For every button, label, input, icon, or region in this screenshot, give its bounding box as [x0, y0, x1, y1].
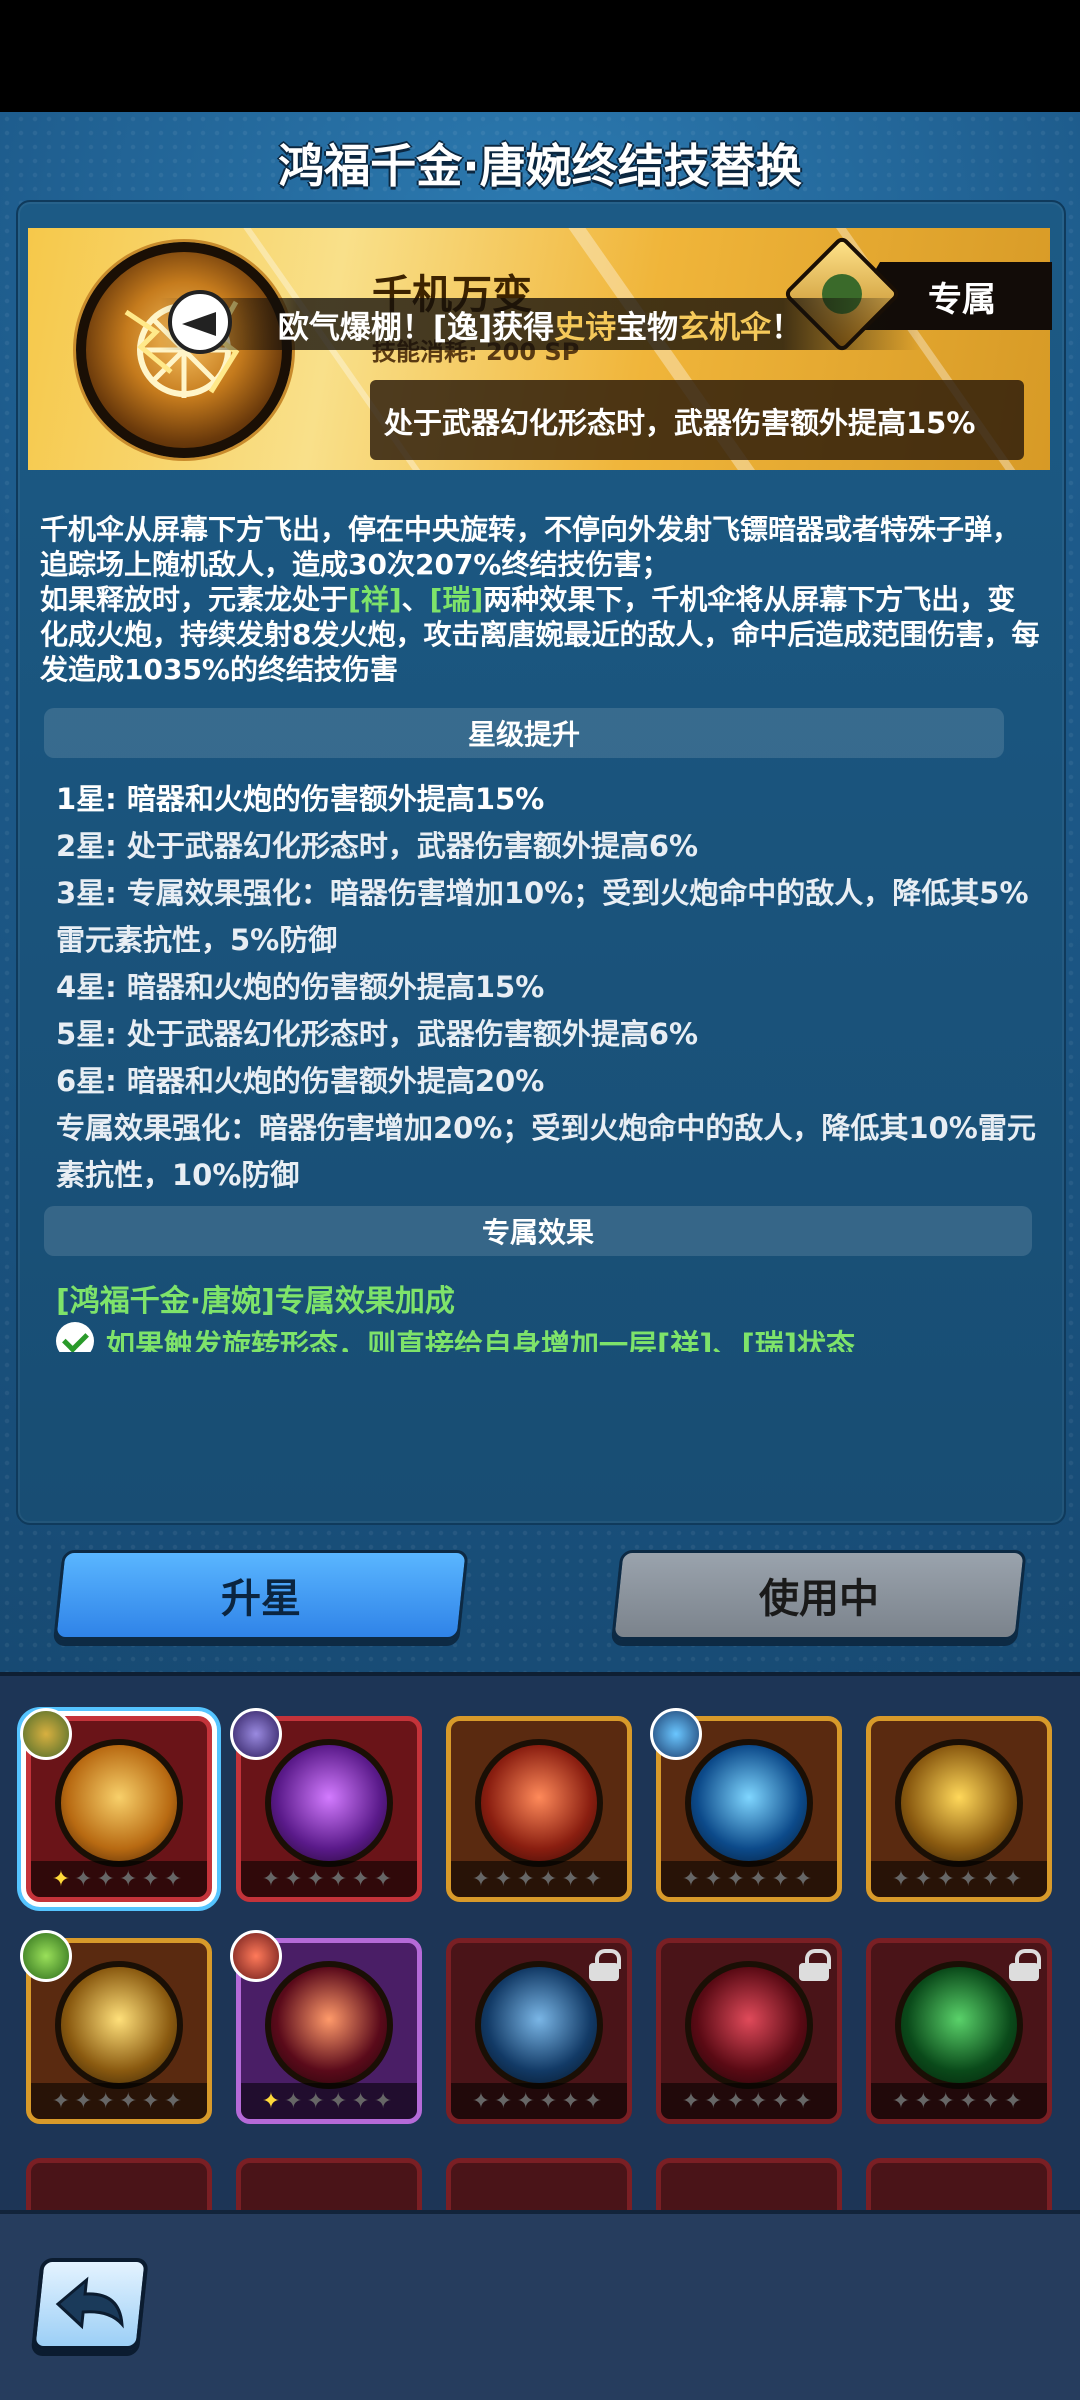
hero-avatar-icon	[650, 1708, 702, 1760]
skill-card-green-dragon[interactable]: ✦✦✦✦✦✦	[866, 1938, 1052, 2124]
star-upgrade-header: 星级提升	[44, 708, 1004, 758]
toast-middle: 宝物	[616, 309, 679, 346]
skill-description: 千机伞从屏幕下方飞出，停在中央旋转，不停向外发射飞镖暗器或者特殊子弹，追踪场上随…	[40, 512, 1040, 687]
lock-icon	[1009, 1949, 1041, 1981]
green-dragon-icon	[895, 1961, 1023, 2089]
hero-avatar-icon	[230, 1708, 282, 1760]
ice-crystal-icon	[685, 1739, 813, 1867]
star-rating: ✦✦✦✦✦✦	[661, 2083, 837, 2119]
toast-prefix: 欧气爆棚！[逸]获得	[277, 309, 555, 346]
skill-card-partial[interactable]	[866, 2158, 1052, 2210]
star-line: 专属效果强化：暗器伤害增加20%；受到火炮命中的敌人，降低其10%雷元素抗性，1…	[56, 1111, 1036, 1192]
back-arrow-icon	[55, 2276, 124, 2330]
tag-xiang: [祥]	[348, 583, 402, 616]
bottom-bar	[0, 2210, 1080, 2400]
water-slash-icon	[475, 1961, 603, 2089]
lightning-bolts-icon	[55, 1961, 183, 2089]
skill-card-water-slash[interactable]: ✦✦✦✦✦✦	[446, 1938, 632, 2124]
hero-avatar-icon	[20, 1708, 72, 1760]
star-rating: ✦✦✦✦✦✦	[661, 1861, 837, 1897]
star-line: 5星: 处于武器幻化形态时，武器伤害额外提高6%	[56, 1017, 699, 1051]
star-line: 6星: 暗器和火炮的伤害额外提高20%	[56, 1064, 545, 1098]
drop-announcement: 欧气爆棚！[逸]获得 史诗 宝物 玄机伞 ！	[160, 298, 920, 350]
star-rating: ✦✦✦✦✦✦	[31, 1861, 207, 1897]
upgrade-star-button[interactable]: 升星	[53, 1550, 469, 1640]
lock-icon	[589, 1949, 621, 1981]
skill-card-partial[interactable]	[656, 2158, 842, 2210]
exclusive-effect-header: 专属效果	[44, 1206, 1032, 1256]
fire-meteor-icon	[475, 1739, 603, 1867]
star-rating: ✦✦✦✦✦✦	[451, 2083, 627, 2119]
toast-quality: 史诗	[554, 309, 617, 346]
skill-card-partial[interactable]	[26, 2158, 212, 2210]
tag-rui: [瑞]	[429, 583, 484, 616]
purple-flame-icon	[265, 1739, 393, 1867]
star-rating: ✦✦✦✦✦✦	[241, 1861, 417, 1897]
skill-card-fire-meteor[interactable]: ✦✦✦✦✦✦	[446, 1716, 632, 1902]
star-line: 4星: 暗器和火炮的伤害额外提高15%	[56, 970, 545, 1004]
in-use-button[interactable]: 使用中	[611, 1550, 1027, 1640]
skill-card-partial[interactable]	[236, 2158, 422, 2210]
page-title: 鸿福千金·唐婉终结技替换	[278, 139, 802, 193]
toast-item: 玄机伞	[678, 309, 772, 346]
back-button[interactable]	[31, 2258, 149, 2350]
check-icon	[56, 1322, 94, 1352]
exclusive-tag-label: 专属	[928, 279, 996, 320]
star-rating: ✦✦✦✦✦✦	[871, 2083, 1047, 2119]
status-bar	[0, 0, 1080, 112]
exclusive-bonus-line: 如果触发旋转形态，则直接给自身增加一层[祥]、[瑞]状态	[56, 1322, 1036, 1352]
umbrella-lightning-icon	[55, 1739, 183, 1867]
star-rating: ✦✦✦✦✦✦	[241, 2083, 417, 2119]
red-totem-icon	[685, 1961, 813, 2089]
exclusive-bonus-title: [鸿福千金·唐婉]专属效果加成	[56, 1284, 455, 1319]
megaphone-icon	[168, 290, 232, 354]
hero-avatar-icon	[230, 1930, 282, 1982]
hero-avatar-icon	[20, 1930, 72, 1982]
star-rating: ✦✦✦✦✦✦	[31, 2083, 207, 2119]
lock-icon	[799, 1949, 831, 1981]
description-paragraph-1: 千机伞从屏幕下方飞出，停在中央旋转，不停向外发射飞镖暗器或者特殊子弹，追踪场上随…	[40, 513, 1021, 581]
skill-effect: 处于武器幻化形态时，武器伤害额外提高15%	[370, 380, 1024, 460]
star-line: 3星: 专属效果强化：暗器伤害增加10%；受到火炮命中的敌人，降低其5%雷元素抗…	[56, 876, 1029, 957]
star-rating: ✦✦✦✦✦✦	[871, 1861, 1047, 1897]
star-upgrade-list: 1星: 暗器和火炮的伤害额外提高15% 2星: 处于武器幻化形态时，武器伤害额外…	[56, 776, 1036, 1199]
star-rating: ✦✦✦✦✦✦	[451, 1861, 627, 1897]
star-line: 1星: 暗器和火炮的伤害额外提高15%	[56, 782, 545, 816]
toast-suffix: ！	[771, 309, 803, 346]
skill-card-gold-lightning[interactable]: ✦✦✦✦✦✦	[866, 1716, 1052, 1902]
spirit-flame-icon	[265, 1961, 393, 2089]
skill-card-partial[interactable]	[446, 2158, 632, 2210]
star-line: 2星: 处于武器幻化形态时，武器伤害额外提高6%	[56, 829, 699, 863]
skill-card-red-totem[interactable]: ✦✦✦✦✦✦	[656, 1938, 842, 2124]
gold-lightning-icon	[895, 1739, 1023, 1867]
description-paragraph-2: 如果释放时，元素龙处于[祥]、[瑞]两种效果下，千机伞将从屏幕下方飞出，变化成火…	[40, 583, 1040, 686]
